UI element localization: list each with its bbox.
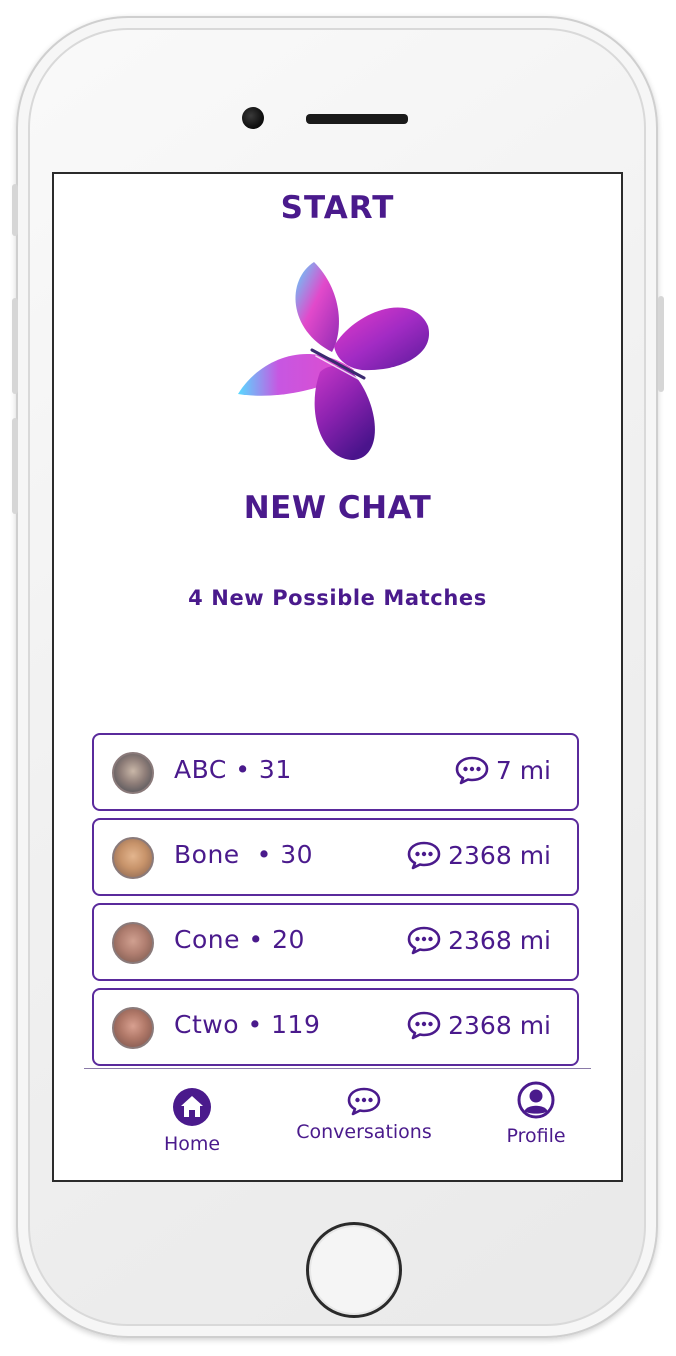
tab-profile-label: Profile bbox=[506, 1125, 566, 1147]
user-circle-icon bbox=[517, 1081, 555, 1119]
tab-home[interactable]: Home bbox=[112, 1087, 272, 1155]
side-button-volume-up bbox=[12, 298, 18, 394]
tab-conversations-label: Conversations bbox=[296, 1121, 432, 1143]
match-row[interactable]: ABC • 31 7 mi bbox=[92, 733, 579, 811]
side-button-power bbox=[658, 296, 664, 392]
chat-bubble-icon[interactable] bbox=[406, 925, 442, 955]
distance-text: 2368 mi bbox=[448, 925, 551, 955]
side-button-mute bbox=[12, 184, 18, 236]
side-button-volume-down bbox=[12, 418, 18, 514]
chat-bubble-icon[interactable] bbox=[406, 840, 442, 870]
match-distance[interactable]: 2368 mi bbox=[406, 925, 551, 955]
page-title: START bbox=[280, 190, 395, 226]
match-distance[interactable]: 2368 mi bbox=[406, 1010, 551, 1040]
match-distance[interactable]: 7 mi bbox=[454, 755, 551, 785]
butterfly-logo bbox=[238, 262, 430, 460]
distance-text: 7 mi bbox=[495, 755, 551, 785]
tab-profile[interactable]: Profile bbox=[456, 1081, 616, 1147]
match-row[interactable]: Bone • 30 2368 mi bbox=[92, 818, 579, 896]
hardware-home-button[interactable] bbox=[306, 1222, 402, 1318]
match-row[interactable]: Ctwo • 119 2368 mi bbox=[92, 988, 579, 1066]
possible-matches-count: 4 New Possible Matches bbox=[188, 586, 487, 610]
match-distance[interactable]: 2368 mi bbox=[406, 840, 551, 870]
match-row[interactable]: Cone • 20 2368 mi bbox=[92, 903, 579, 981]
distance-text: 2368 mi bbox=[448, 1010, 551, 1040]
avatar bbox=[112, 1007, 154, 1049]
earpiece-speaker bbox=[306, 114, 408, 124]
chat-bubble-icon[interactable] bbox=[454, 755, 490, 785]
match-name-age: Ctwo • 119 bbox=[174, 1010, 321, 1039]
chat-bubble-icon[interactable] bbox=[406, 1010, 442, 1040]
match-name-age: ABC • 31 bbox=[174, 755, 292, 784]
app-screen: START NEW CHAT 4 New Possible Matches AB… bbox=[52, 172, 623, 1182]
chat-bubble-icon bbox=[347, 1087, 381, 1116]
match-name-age: Bone • 30 bbox=[174, 840, 314, 869]
avatar bbox=[112, 922, 154, 964]
new-chat-heading[interactable]: NEW CHAT bbox=[54, 490, 621, 526]
tab-conversations[interactable]: Conversations bbox=[284, 1085, 444, 1143]
match-name-age: Cone • 20 bbox=[174, 925, 305, 954]
avatar bbox=[112, 837, 154, 879]
avatar bbox=[112, 752, 154, 794]
bottom-tab-bar: Home Conversations Profile bbox=[84, 1068, 591, 1178]
front-camera bbox=[242, 107, 264, 129]
home-icon bbox=[173, 1088, 211, 1126]
match-list: ABC • 31 7 mi Bone • 30 2368 mi Cone • 2… bbox=[92, 733, 579, 1073]
distance-text: 2368 mi bbox=[448, 840, 551, 870]
tab-home-label: Home bbox=[163, 1133, 221, 1155]
